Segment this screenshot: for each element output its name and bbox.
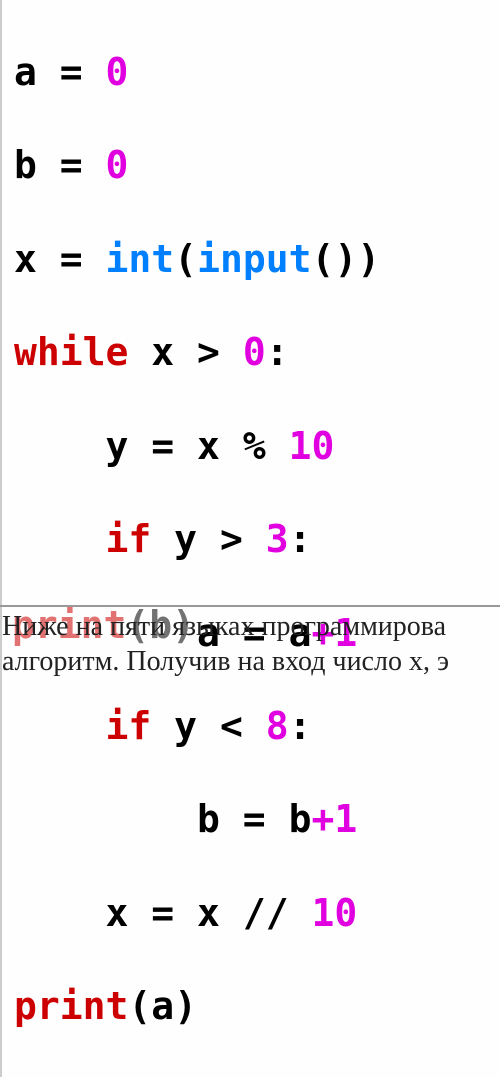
code-line-10: x = x // 10 [14, 890, 500, 937]
caption-text-line-2: алгоритм. Получив на вход число x, э [2, 646, 498, 678]
code-line-2: b = 0 [14, 142, 500, 189]
code-line-8: if y < 8: [14, 703, 500, 750]
code-line-4: while x > 0: [14, 329, 500, 376]
code-line-1: a = 0 [14, 49, 500, 96]
caption-text-line-1: Ниже на пяти языках программирова [0, 611, 500, 643]
code-line-6: if y > 3: [14, 516, 500, 563]
section-divider [0, 605, 500, 607]
code-line-5: y = x % 10 [14, 423, 500, 470]
code-line-9: b = b+1 [14, 796, 500, 843]
code-line-3: x = int(input()) [14, 236, 500, 283]
code-line-11: print(a) [14, 983, 500, 1030]
code-block: a = 0 b = 0 x = int(input()) while x > 0… [0, 0, 500, 1077]
